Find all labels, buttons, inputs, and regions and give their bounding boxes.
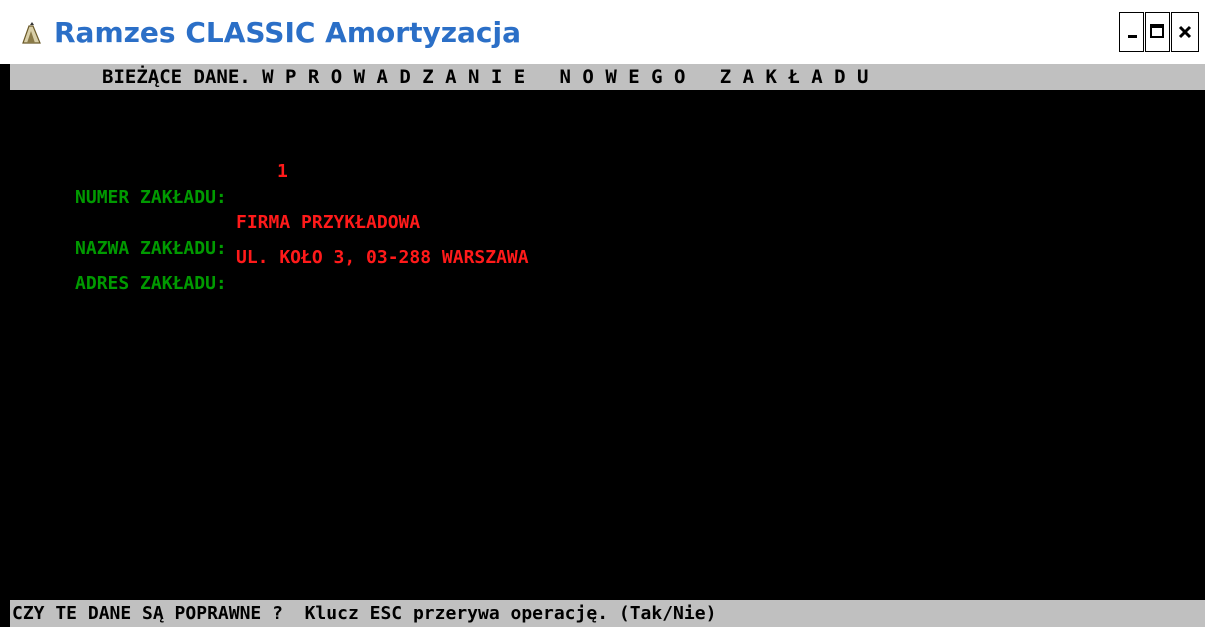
field-value-name[interactable]: FIRMA PRZYKŁADOWA — [236, 210, 420, 236]
window-title: Ramzes CLASSIC Amortyzacja — [54, 16, 521, 49]
field-value-address[interactable]: UL. KOŁO 3, 03-288 WARSZAWA — [236, 245, 529, 271]
screen-header-text: BIEŻĄCE DANE. W P R O W A D Z A N I E N … — [102, 66, 869, 88]
status-bar: CZY TE DANE SĄ POPRAWNE ? Klucz ESC prze… — [10, 600, 1205, 627]
field-value-number[interactable]: 1 — [277, 159, 288, 185]
maximize-button[interactable] — [1145, 12, 1170, 52]
title-bar[interactable]: Ramzes CLASSIC Amortyzacja — [0, 0, 1205, 64]
field-row-address: ADRES ZAKŁADU: UL. KOŁO 3, 03-288 WARSZA… — [10, 245, 529, 294]
close-button[interactable] — [1171, 12, 1199, 52]
field-row-name: NAZWA ZAKŁADU: FIRMA PRZYKŁADOWA — [10, 210, 420, 259]
console-screen: BIEŻĄCE DANE. W P R O W A D Z A N I E N … — [10, 64, 1205, 627]
field-label-number: NUMER ZAKŁADU: — [75, 187, 227, 208]
app-icon[interactable] — [18, 21, 44, 47]
close-icon — [1178, 25, 1192, 39]
screen-header: BIEŻĄCE DANE. W P R O W A D Z A N I E N … — [10, 64, 1205, 90]
field-label-address: ADRES ZAKŁADU: — [75, 273, 227, 294]
minimize-button[interactable] — [1119, 12, 1144, 52]
field-row-number: NUMER ZAKŁADU: 1 — [10, 159, 288, 208]
app-window: Ramzes CLASSIC Amortyzacja BIEŻĄCE DANE.… — [0, 0, 1205, 627]
confirmation-prompt[interactable]: CZY TE DANE SĄ POPRAWNE ? Klucz ESC prze… — [12, 600, 716, 627]
